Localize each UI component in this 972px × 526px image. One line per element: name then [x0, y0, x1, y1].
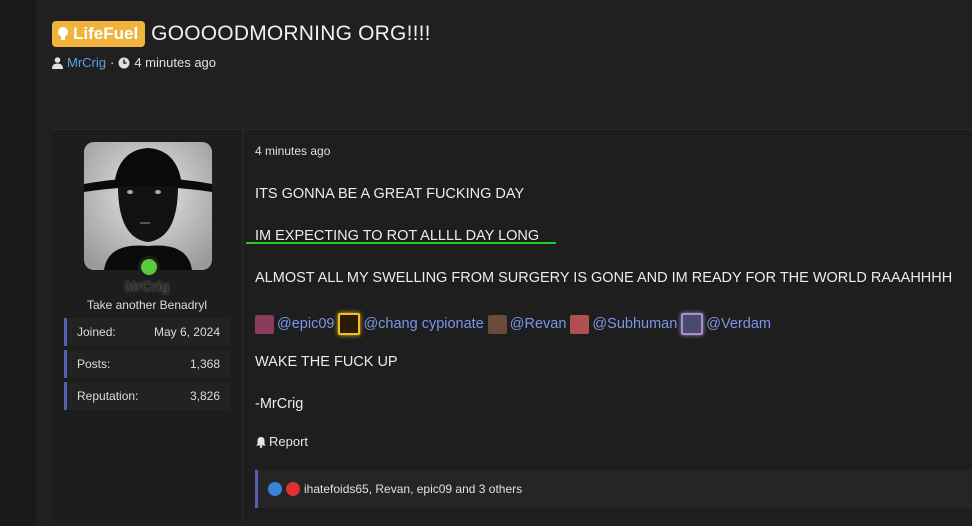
post-line: ALMOST ALL MY SWELLING FROM SURGERY IS G… — [255, 270, 953, 286]
clock-icon — [118, 57, 130, 68]
mention-verdam[interactable]: @Verdam — [681, 313, 771, 335]
mention-subhuman[interactable]: @Subhuman — [570, 314, 677, 334]
mention-avatar — [681, 313, 704, 335]
green-underline — [246, 242, 556, 244]
post-line: -MrCrig — [255, 396, 304, 412]
mention-avatar — [570, 314, 590, 334]
reactions-bar[interactable]: ihatefoids65, Revan, epic09 and 3 others — [255, 470, 972, 508]
post-content: 4 minutes ago ITS GONNA BE A GREAT FUCKI… — [243, 130, 972, 522]
report-label: Report — [269, 434, 309, 449]
mention-epic09[interactable]: @epic09 — [255, 314, 334, 334]
thread-title: GOOOODMORNING ORG!!!! — [151, 22, 431, 45]
left-sidebar-strip — [0, 0, 36, 526]
post-author-title: Take another Benadryl — [86, 298, 208, 312]
mention-avatar — [338, 313, 361, 335]
stat-label: Joined: — [77, 325, 116, 339]
love-icon — [286, 482, 300, 496]
stat-label: Posts: — [77, 357, 111, 371]
stat-joined: Joined: May 6, 2024 — [64, 318, 230, 346]
post-author-username[interactable]: MrCrig — [52, 278, 242, 294]
post-author-panel: MrCrig Take another Benadryl Joined: May… — [52, 130, 243, 522]
mention-link[interactable]: @epic09 — [277, 316, 334, 332]
stat-reputation: Reputation: 3,826 — [64, 382, 230, 410]
stat-value: May 6, 2024 — [153, 325, 220, 339]
post-line: ITS GONNA BE A GREAT FUCKING DAY — [255, 186, 525, 202]
mention-link[interactable]: @chang cypionate — [363, 316, 483, 332]
thread-author-link[interactable]: MrCrig — [67, 55, 106, 70]
prefix-label: LifeFuel — [73, 24, 139, 43]
mention-link[interactable]: @Subhuman — [592, 316, 677, 332]
stat-value: 3,826 — [189, 389, 220, 403]
like-icon — [268, 482, 282, 496]
post-date[interactable]: 4 minutes ago — [255, 144, 330, 158]
thread-time[interactable]: 4 minutes ago — [134, 55, 216, 70]
thread-meta: MrCrig · 4 minutes ago — [52, 55, 216, 70]
post: MrCrig Take another Benadryl Joined: May… — [52, 129, 972, 522]
bell-icon — [256, 436, 266, 448]
mentions-row: @epic09 @chang cypionate @Revan @Subhuma… — [255, 313, 775, 335]
mention-revan[interactable]: @Revan — [487, 314, 567, 334]
online-status-indicator — [138, 256, 160, 278]
avatar[interactable] — [84, 142, 212, 270]
meta-separator: · — [110, 55, 115, 70]
lightbulb-icon — [58, 27, 68, 40]
stat-posts: Posts: 1,368 — [64, 350, 230, 378]
thread-prefix-badge[interactable]: LifeFuel — [52, 21, 146, 47]
mention-avatar — [487, 314, 507, 334]
user-icon — [52, 56, 63, 69]
mention-avatar — [255, 314, 274, 334]
thread-page: LifeFuel GOOOODMORNING ORG!!!! MrCrig · … — [36, 0, 972, 526]
mention-link[interactable]: @Verdam — [706, 316, 771, 332]
report-button[interactable]: Report — [255, 434, 308, 449]
post-line: WAKE THE FUCK UP — [255, 354, 398, 370]
stat-value: 1,368 — [189, 357, 220, 371]
mention-chang-cypionate[interactable]: @chang cypionate — [338, 313, 484, 335]
thread-header: LifeFuel GOOOODMORNING ORG!!!! — [52, 20, 431, 48]
reactions-text[interactable]: ihatefoids65, Revan, epic09 and 3 others — [304, 482, 522, 496]
mention-link[interactable]: @Revan — [510, 316, 567, 332]
stat-label: Reputation: — [77, 389, 139, 403]
